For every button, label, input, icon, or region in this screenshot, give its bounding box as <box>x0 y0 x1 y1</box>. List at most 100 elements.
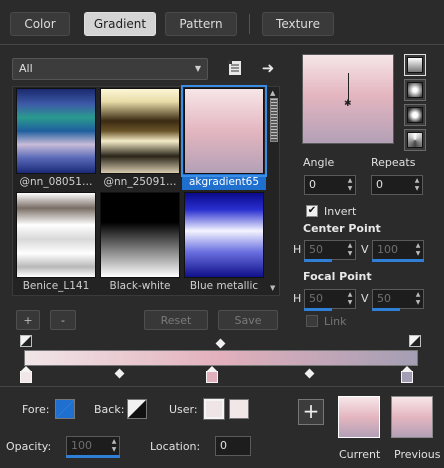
arrow-right-icon[interactable]: ➜ <box>258 58 278 78</box>
gradient-thumb-selected[interactable]: akgradient65 <box>181 85 267 190</box>
gradient-thumb[interactable]: Benice_L141 <box>16 192 96 294</box>
gradient-name: Benice_L141 <box>22 280 90 292</box>
transparency-stop-start[interactable] <box>20 335 32 347</box>
gradient-swatch <box>16 192 96 278</box>
gradient-swatch <box>181 85 267 177</box>
center-h-label: H <box>293 243 302 256</box>
focal-v-value: 50 <box>377 292 391 305</box>
invert-checkbox[interactable]: ✔ <box>306 205 318 217</box>
radial-style-button[interactable] <box>404 129 426 151</box>
spinner-arrows-icon[interactable]: ▲ ▼ <box>345 176 355 194</box>
opacity-slider[interactable] <box>66 455 120 458</box>
current-gradient-swatch[interactable] <box>338 396 380 438</box>
color-stop-start[interactable] <box>20 371 32 383</box>
gradient-name: Blue metallic <box>189 280 259 292</box>
center-v-label: V <box>361 243 369 256</box>
previous-label: Previous <box>394 448 441 461</box>
focal-v-input[interactable]: 50 ▲ ▼ <box>372 289 424 311</box>
gradient-name: akgradient65 <box>182 174 266 190</box>
gradient-thumb[interactable]: Blue metallic <box>184 192 264 294</box>
transparency-midpoint[interactable] <box>215 338 226 349</box>
gradient-swatch <box>16 88 96 174</box>
add-gradient-button[interactable]: + <box>16 310 40 330</box>
gradient-name: @nn_25091… <box>103 176 177 188</box>
gradient-name: @nn_08051… <box>19 176 93 188</box>
angle-input[interactable]: 0 ▲ ▼ <box>304 175 356 195</box>
focal-point-title: Focal Point <box>303 270 372 283</box>
angle-value: 0 <box>309 178 316 191</box>
chevron-down-icon: ▼ <box>194 64 201 73</box>
repeats-input[interactable]: 0 ▲ ▼ <box>371 175 423 195</box>
reset-button[interactable]: Reset <box>144 310 208 330</box>
tab-pattern[interactable]: Pattern <box>165 12 237 36</box>
rectangular-style-button[interactable] <box>404 79 426 101</box>
opacity-label: Opacity: <box>6 440 52 453</box>
gradient-name: Black-white <box>109 280 171 292</box>
center-h-slider[interactable] <box>304 259 332 262</box>
spinner-arrows-icon[interactable]: ▲ ▼ <box>345 241 355 259</box>
spinner-arrows-icon[interactable]: ▲ ▼ <box>412 176 422 194</box>
gradient-swatch <box>100 192 180 278</box>
tab-color[interactable]: Color <box>10 12 70 36</box>
current-label: Current <box>339 448 381 461</box>
location-input[interactable]: 0 <box>215 436 251 456</box>
link-checkbox[interactable] <box>306 315 318 327</box>
gradient-editor-strip[interactable] <box>24 350 418 366</box>
add-to-swatches-button[interactable]: + <box>298 399 324 425</box>
location-value: 0 <box>220 439 227 452</box>
scroll-up-icon[interactable]: ▲ <box>270 89 275 97</box>
user-color-button[interactable] <box>204 399 224 419</box>
center-v-input[interactable]: 100 ▲ ▼ <box>372 240 424 262</box>
center-v-slider[interactable] <box>372 259 424 262</box>
center-v-value: 100 <box>377 243 398 256</box>
spinner-arrows-icon[interactable]: ▲ ▼ <box>413 241 423 259</box>
center-h-value: 50 <box>309 243 323 256</box>
gradient-thumb[interactable]: Black-white <box>100 192 180 294</box>
focal-h-input[interactable]: 50 ▲ ▼ <box>304 289 356 311</box>
transparency-stop-end[interactable] <box>409 335 421 347</box>
linear-style-button[interactable] <box>404 54 426 76</box>
user-label: User: <box>169 403 198 416</box>
gradient-swatch <box>100 88 180 174</box>
tab-separator <box>249 14 250 34</box>
focal-h-slider[interactable] <box>304 308 332 311</box>
location-label: Location: <box>150 440 201 453</box>
focal-h-label: H <box>293 292 302 305</box>
fore-label: Fore: <box>22 403 50 416</box>
spinner-arrows-icon[interactable]: ▲ ▼ <box>413 290 423 308</box>
color-midpoint[interactable] <box>304 368 315 379</box>
save-button[interactable]: Save <box>218 310 278 330</box>
focal-v-slider[interactable] <box>372 308 400 311</box>
center-point-title: Center Point <box>303 222 381 235</box>
bottom-divider <box>0 386 444 387</box>
repeats-label: Repeats <box>371 156 416 169</box>
background-color-button[interactable] <box>127 399 147 419</box>
gallery-scrollbar-thumb[interactable] <box>270 98 278 142</box>
scroll-down-icon[interactable]: ▼ <box>270 284 275 292</box>
invert-label: Invert <box>324 205 357 218</box>
angle-label: Angle <box>303 156 335 169</box>
gradient-preview[interactable]: ✱ <box>302 54 394 144</box>
color-stop-end[interactable] <box>401 371 413 383</box>
opacity-value: 100 <box>71 439 92 452</box>
previous-gradient-swatch[interactable] <box>391 396 433 438</box>
center-h-input[interactable]: 50 ▲ ▼ <box>304 240 356 262</box>
spinner-arrows-icon[interactable]: ▲ ▼ <box>345 290 355 308</box>
tab-texture[interactable]: Texture <box>262 12 334 36</box>
link-label: Link <box>324 315 347 328</box>
foreground-color-button[interactable] <box>55 399 75 419</box>
gradient-thumb[interactable]: @nn_25091… <box>100 88 180 190</box>
color-midpoint[interactable] <box>114 368 125 379</box>
opacity-input[interactable]: 100 ▲ ▼ <box>66 436 120 458</box>
remove-gradient-button[interactable]: - <box>50 310 76 330</box>
category-dropdown[interactable]: All ▼ <box>12 58 208 80</box>
focal-h-value: 50 <box>309 292 323 305</box>
spinner-arrows-icon[interactable]: ▲ ▼ <box>109 437 119 455</box>
tab-gradient[interactable]: Gradient <box>84 12 156 36</box>
user-color-swatch[interactable] <box>229 399 249 419</box>
repeats-value: 0 <box>376 178 383 191</box>
sunburst-style-button[interactable] <box>404 104 426 126</box>
document-list-icon[interactable] <box>226 58 244 78</box>
color-stop-middle[interactable] <box>206 371 218 383</box>
gradient-thumb[interactable]: @nn_08051… <box>16 88 96 190</box>
